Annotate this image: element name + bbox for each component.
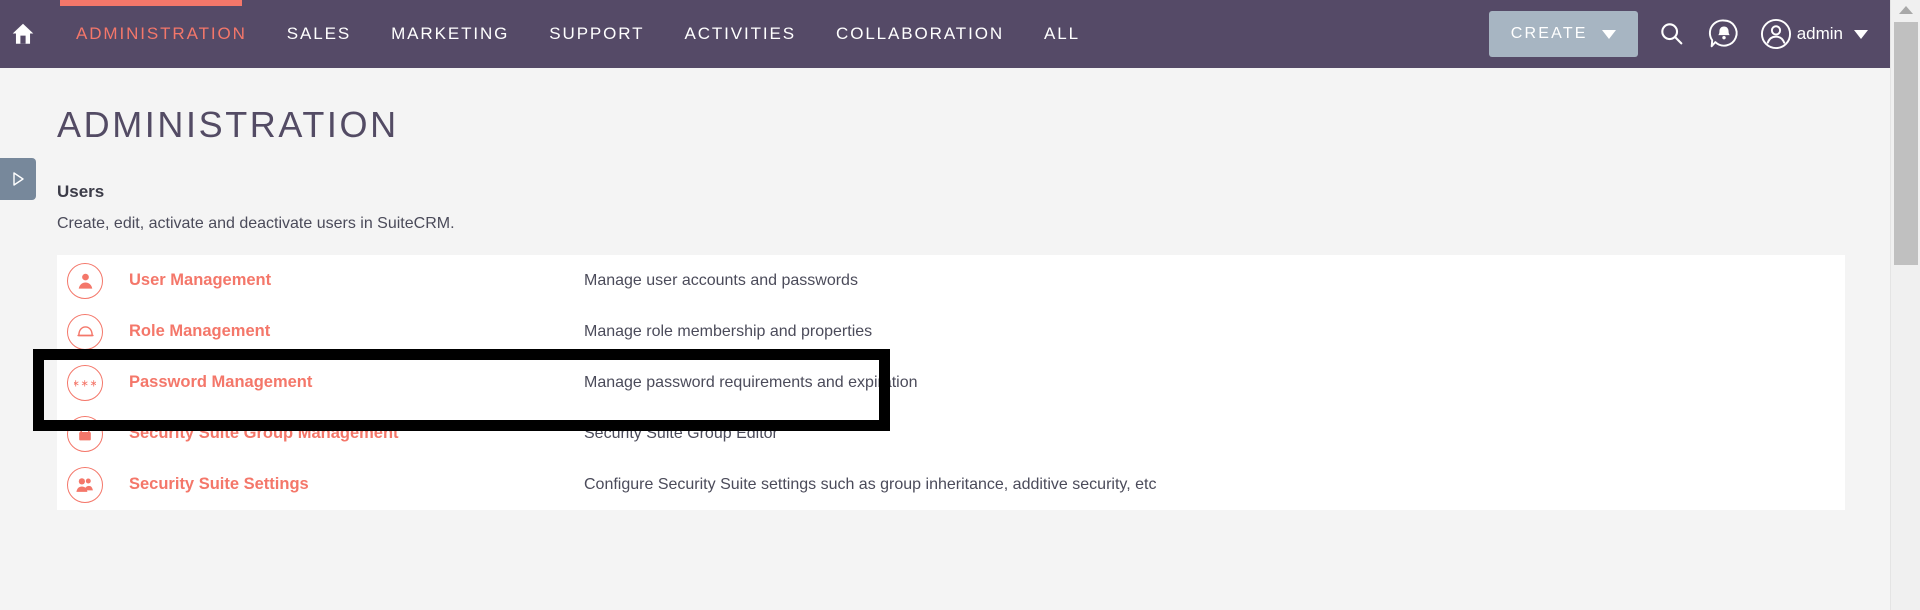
create-button-label: CREATE <box>1510 25 1588 42</box>
section-description: Create, edit, activate and deactivate us… <box>57 215 455 232</box>
active-tab-indicator <box>60 0 242 6</box>
page-content: ADMINISTRATION Users Create, edit, activ… <box>0 68 1890 610</box>
notification-bell-icon[interactable] <box>1706 16 1742 52</box>
link-user-management[interactable]: User Management <box>129 271 584 290</box>
user-avatar-icon[interactable] <box>1758 16 1794 52</box>
nav-item-collaboration[interactable]: COLLABORATION <box>816 24 1024 44</box>
main-menu: ADMINISTRATION SALES MARKETING SUPPORT A… <box>56 24 1100 44</box>
page-title: ADMINISTRATION <box>57 104 399 145</box>
triangle-right-icon <box>13 172 24 186</box>
table-row[interactable]: Security Suite Group Management Security… <box>57 408 1845 459</box>
row-description: Configure Security Suite settings such a… <box>584 475 1157 493</box>
create-button[interactable]: CREATE <box>1488 11 1638 57</box>
link-security-suite-group-management[interactable]: Security Suite Group Management <box>129 424 584 443</box>
nav-item-all[interactable]: ALL <box>1024 24 1100 44</box>
link-role-management[interactable]: Role Management <box>129 322 584 341</box>
table-row[interactable]: ∗∗∗ Password Management Manage password … <box>57 357 1845 408</box>
table-row[interactable]: Role Management Manage role membership a… <box>57 306 1845 357</box>
role-box-icon <box>67 313 103 350</box>
user-menu-chevron-down-icon[interactable] <box>1854 29 1868 39</box>
vertical-scrollbar[interactable] <box>1890 0 1920 610</box>
link-password-management[interactable]: Password Management <box>129 373 584 392</box>
scroll-up-arrow-icon[interactable] <box>1898 6 1913 14</box>
top-bar-actions: CREATE admin <box>1488 11 1890 57</box>
table-row[interactable]: User Management Manage user accounts and… <box>57 255 1845 306</box>
asterisks-password-icon: ∗∗∗ <box>67 364 103 401</box>
table-row[interactable]: Security Suite Settings Configure Securi… <box>57 459 1845 510</box>
admin-links-card: User Management Manage user accounts and… <box>57 255 1845 510</box>
scrollbar-thumb[interactable] <box>1894 22 1918 265</box>
section-heading-users: Users <box>57 182 105 201</box>
nav-item-sales[interactable]: SALES <box>267 24 371 44</box>
user-menu[interactable]: admin <box>1758 16 1868 52</box>
search-icon[interactable] <box>1654 16 1690 52</box>
link-security-suite-settings[interactable]: Security Suite Settings <box>129 475 584 494</box>
nav-item-support[interactable]: SUPPORT <box>529 24 664 44</box>
row-description: Security Suite Group Editor <box>584 424 778 442</box>
svg-text:∗∗∗: ∗∗∗ <box>74 378 96 389</box>
two-users-icon <box>67 466 103 503</box>
user-name-label: admin <box>1796 24 1843 43</box>
nav-item-administration[interactable]: ADMINISTRATION <box>56 24 267 44</box>
row-description: Manage role membership and properties <box>584 322 873 340</box>
single-user-icon <box>67 262 103 299</box>
chevron-down-icon <box>1601 29 1616 39</box>
home-icon[interactable] <box>6 21 40 47</box>
row-description: Manage password requirements and expirat… <box>584 373 918 391</box>
nav-item-activities[interactable]: ACTIVITIES <box>664 24 816 44</box>
nav-item-marketing[interactable]: MARKETING <box>371 24 529 44</box>
padlock-icon <box>67 415 103 452</box>
row-description: Manage user accounts and passwords <box>584 271 858 289</box>
top-navigation-bar: ADMINISTRATION SALES MARKETING SUPPORT A… <box>0 0 1890 68</box>
sidebar-toggle-button[interactable] <box>0 158 36 200</box>
